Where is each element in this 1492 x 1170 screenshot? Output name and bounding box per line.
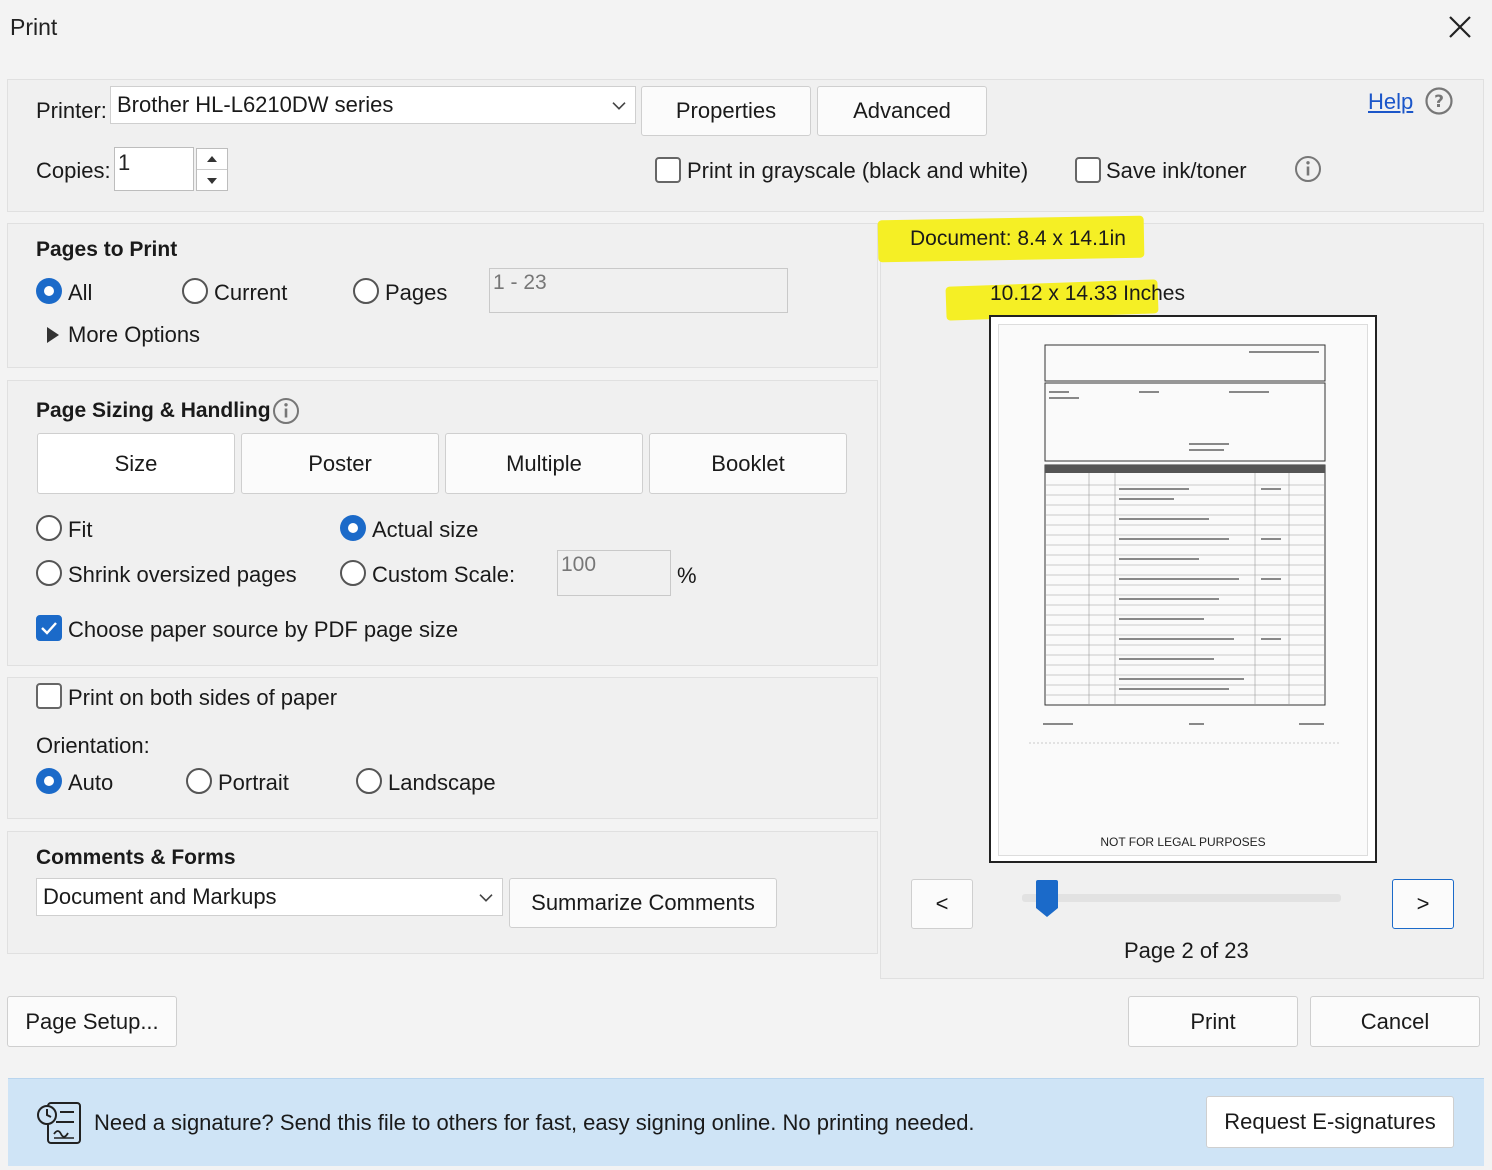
grayscale-checkbox[interactable] — [655, 157, 681, 183]
paper-size-text: 10.12 x 14.33 Inches — [990, 282, 1185, 305]
cancel-button[interactable]: Cancel — [1310, 996, 1480, 1047]
scale-unit: % — [677, 563, 697, 588]
page-sizing-heading: Page Sizing & Handling — [36, 399, 271, 422]
request-e-signatures-button[interactable]: Request E-signatures — [1206, 1096, 1454, 1148]
page-preview: NOT FOR LEGAL PURPOSES — [989, 315, 1377, 863]
page-slider-track[interactable] — [1022, 894, 1341, 902]
comments-forms-select-value: Document and Markups — [43, 884, 277, 909]
both-sides-checkbox[interactable] — [36, 683, 62, 709]
copies-input[interactable]: 1 — [114, 147, 194, 191]
chevron-down-icon — [478, 883, 494, 909]
save-ink-label: Save ink/toner — [1106, 158, 1247, 183]
radio-all-label: All — [68, 280, 93, 305]
pages-to-print-heading: Pages to Print — [36, 238, 178, 261]
comments-forms-heading: Comments & Forms — [36, 846, 236, 869]
scale-input[interactable]: 100 — [557, 550, 671, 596]
radio-auto-label: Auto — [68, 770, 114, 795]
radio-actual-size-label: Actual size — [372, 517, 479, 542]
statement-thumbnail — [1029, 344, 1339, 744]
orientation-label: Orientation: — [36, 733, 150, 758]
svg-text:?: ? — [1434, 92, 1444, 112]
more-options-label[interactable]: More Options — [68, 322, 200, 348]
radio-fit[interactable] — [36, 515, 62, 541]
previous-page-button[interactable]: < — [911, 879, 973, 929]
page-setup-button[interactable]: Page Setup... — [7, 996, 177, 1047]
radio-auto[interactable] — [36, 768, 62, 794]
tab-booklet[interactable]: Booklet — [649, 433, 847, 494]
page-slider-thumb[interactable] — [1035, 880, 1059, 918]
paper-source-checkbox[interactable] — [36, 615, 62, 641]
next-page-button[interactable]: > — [1392, 879, 1454, 929]
radio-landscape[interactable] — [356, 768, 382, 794]
help-link[interactable]: Help — [1368, 89, 1413, 115]
tab-multiple[interactable]: Multiple — [445, 433, 643, 494]
title-bar — [0, 0, 1492, 58]
page-preview-footer: NOT FOR LEGAL PURPOSES — [1100, 835, 1266, 849]
radio-portrait-label: Portrait — [218, 770, 289, 795]
banner-message: Need a signature? Send this file to othe… — [94, 1110, 975, 1135]
radio-landscape-label: Landscape — [388, 770, 496, 795]
tab-poster[interactable]: Poster — [241, 433, 439, 494]
page-range-input[interactable]: 1 - 23 — [489, 268, 788, 313]
copies-stepper[interactable] — [196, 148, 228, 191]
close-icon[interactable] — [1446, 12, 1474, 42]
radio-shrink-label: Shrink oversized pages — [68, 562, 297, 587]
printer-select[interactable]: Brother HL-L6210DW series — [110, 86, 636, 124]
radio-current[interactable] — [182, 278, 208, 304]
comments-forms-select[interactable]: Document and Markups — [36, 878, 503, 916]
advanced-button[interactable]: Advanced — [817, 86, 987, 136]
printer-select-value: Brother HL-L6210DW series — [117, 92, 394, 117]
tab-size[interactable]: Size — [37, 433, 235, 494]
radio-portrait[interactable] — [186, 768, 212, 794]
radio-custom-scale[interactable] — [340, 560, 366, 586]
radio-pages[interactable] — [353, 278, 379, 304]
stepper-up-icon[interactable] — [197, 149, 227, 170]
paper-source-label: Choose paper source by PDF page size — [68, 617, 459, 642]
properties-button[interactable]: Properties — [641, 86, 811, 136]
page-sizing-info-icon[interactable] — [272, 397, 300, 425]
stepper-down-icon[interactable] — [197, 170, 227, 191]
chevron-down-icon — [611, 91, 627, 117]
info-icon[interactable] — [1294, 155, 1322, 183]
document-size-text: Document: 8.4 x 14.1in — [910, 227, 1126, 250]
radio-actual-size[interactable] — [340, 515, 366, 541]
radio-fit-label: Fit — [68, 517, 93, 542]
both-sides-label: Print on both sides of paper — [68, 685, 338, 710]
save-ink-checkbox[interactable] — [1075, 157, 1101, 183]
summarize-comments-button[interactable]: Summarize Comments — [509, 878, 777, 928]
grayscale-label: Print in grayscale (black and white) — [687, 158, 1029, 183]
radio-shrink[interactable] — [36, 560, 62, 586]
expand-triangle-icon[interactable] — [46, 324, 60, 343]
radio-all[interactable] — [36, 278, 62, 304]
window-title: Print — [10, 14, 58, 40]
page-preview-sheet — [998, 324, 1368, 856]
radio-custom-scale-label: Custom Scale: — [372, 562, 516, 587]
printer-label: Printer: — [36, 98, 107, 123]
copies-label: Copies: — [36, 158, 111, 183]
radio-pages-label: Pages — [385, 280, 448, 305]
page-indicator: Page 2 of 23 — [1124, 938, 1249, 963]
radio-current-label: Current — [214, 280, 288, 305]
print-button[interactable]: Print — [1128, 996, 1298, 1047]
signature-document-icon — [36, 1100, 86, 1146]
help-icon[interactable]: ? — [1424, 86, 1454, 116]
